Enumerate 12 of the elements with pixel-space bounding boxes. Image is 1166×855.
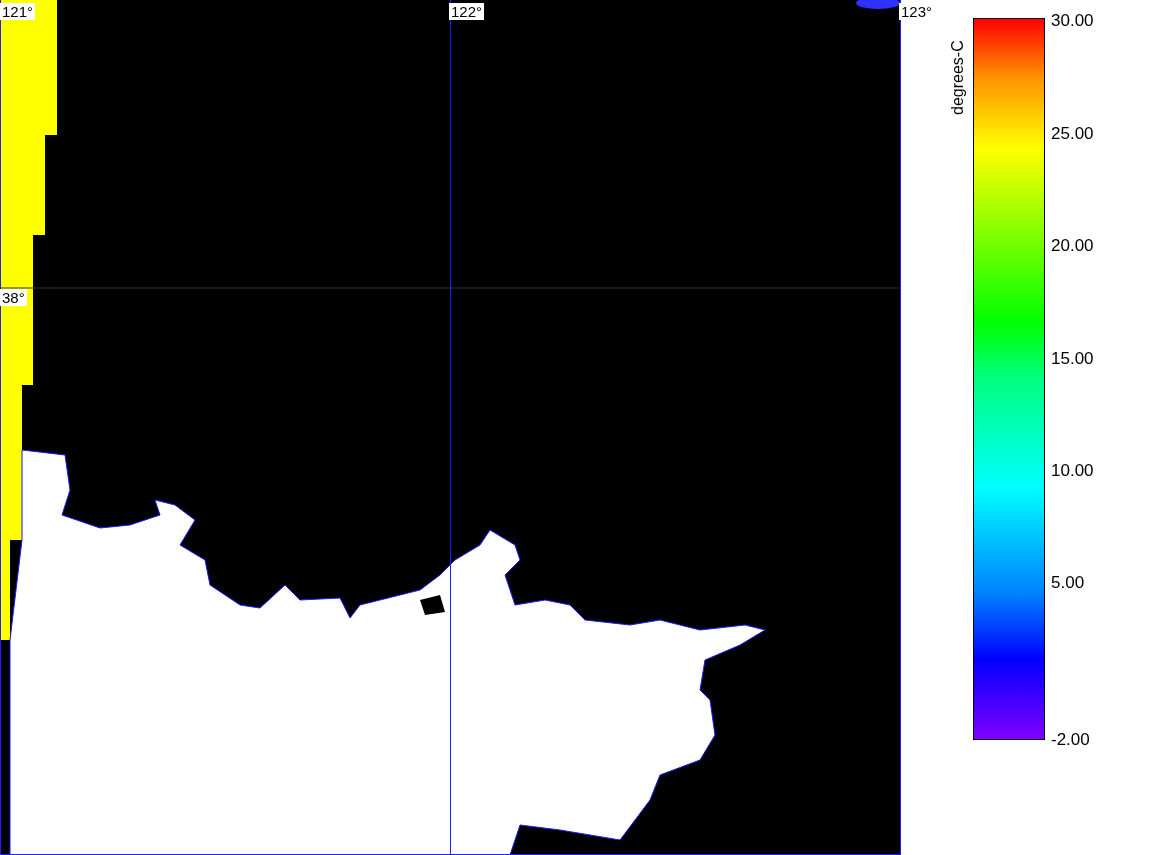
latitude-label: 38° <box>0 289 27 306</box>
longitude-label: 123° <box>899 3 935 20</box>
colorbar-tick-label: 25.00 <box>1051 123 1094 144</box>
colorbar-tick-label: 20.00 <box>1051 236 1094 256</box>
colorbar-label: degrees-C <box>949 39 967 115</box>
colorbar-tick-label: 30.00 <box>1051 11 1094 31</box>
longitude-label: 121° <box>0 3 36 20</box>
colorbar-tick-label: 10.00 <box>1051 461 1094 481</box>
colorbar-tick-label: 15.00 <box>1051 348 1094 369</box>
longitude-label: 122° <box>449 3 485 20</box>
colorbar-tick-label: -2.00 <box>1051 730 1090 750</box>
colorbar-tick-label: 5.00 <box>1051 573 1085 593</box>
